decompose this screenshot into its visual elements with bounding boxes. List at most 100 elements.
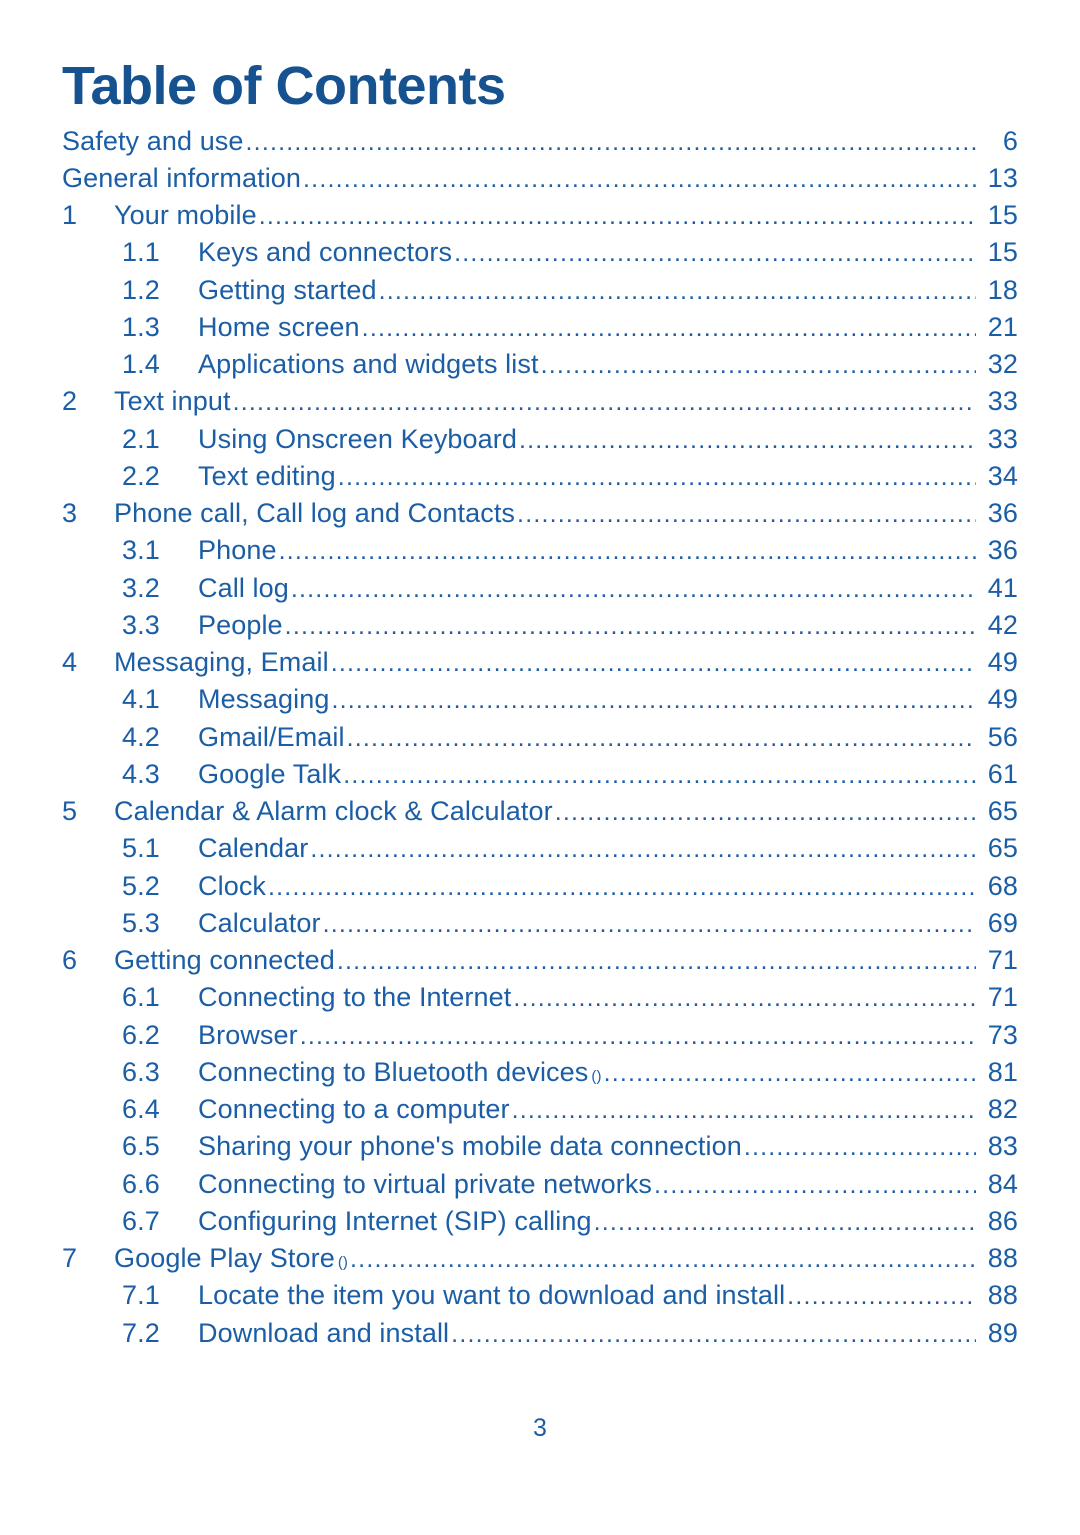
document-page: Table of Contents Safety and use........… <box>0 0 1080 1535</box>
toc-leader-dots: ........................................… <box>540 351 976 380</box>
toc-leader-dots: ........................................… <box>268 872 976 901</box>
toc-entry-page: 73 <box>987 1019 1018 1050</box>
toc-entry[interactable]: 1.2 Getting started......................… <box>62 272 1018 309</box>
toc-entry-number: 6.6 <box>122 1168 160 1199</box>
toc-entry[interactable]: 1.1 Keys and connectors..................… <box>62 234 1018 271</box>
toc-entry[interactable]: 4 Messaging, Email.......................… <box>62 644 1018 681</box>
toc-entry[interactable]: 5 Calendar & Alarm clock & Calculator....… <box>62 793 1018 830</box>
toc-leader-dots: ........................................… <box>331 686 976 715</box>
toc-entry[interactable]: 3 Phone call, Call log and Contacts......… <box>62 495 1018 532</box>
toc-entry-page: 69 <box>987 907 1018 938</box>
toc-entry-page: 36 <box>987 498 1018 529</box>
toc-leader-dots: ........................................… <box>554 798 976 827</box>
toc-entry-page: 18 <box>987 274 1018 305</box>
toc-entry[interactable]: 6.2 Browser..............................… <box>62 1017 1018 1054</box>
toc-entry[interactable]: 4.2 Gmail/Email..........................… <box>62 719 1018 756</box>
toc-entry-page: 83 <box>987 1131 1018 1162</box>
toc-entry-page: 32 <box>987 349 1018 380</box>
toc-entry-label: Connecting to the Internet <box>198 982 512 1013</box>
toc-entry-number: 3 <box>62 498 78 529</box>
toc-leader-dots: ........................................… <box>518 425 976 454</box>
toc-entry-label: Google Play Store <box>114 1243 335 1274</box>
toc-leader-dots: ........................................… <box>290 574 976 603</box>
toc-entry-label: Phone call, Call log and Contacts <box>114 498 516 529</box>
toc-entry-label: Your mobile <box>114 200 257 231</box>
toc-leader-dots: ........................................… <box>310 835 976 864</box>
toc-entry-label: Gmail/Email <box>198 721 345 752</box>
toc-leader-dots: ........................................… <box>336 947 976 976</box>
toc-entry-page: 68 <box>987 870 1018 901</box>
toc-entry[interactable]: 2 Text input.............................… <box>62 383 1018 420</box>
toc-entry[interactable]: 6.5 Sharing your phone's mobile data conn… <box>62 1128 1018 1165</box>
toc-entry[interactable]: 2.2 Text editing.........................… <box>62 458 1018 495</box>
toc-leader-dots: ........................................… <box>303 164 976 193</box>
toc-entry[interactable]: 3.1 Phone................................… <box>62 532 1018 569</box>
toc-leader-dots: ........................................… <box>284 611 976 640</box>
toc-entry[interactable]: 7 Google Play Store()....................… <box>62 1240 1018 1277</box>
toc-entry-number: 5.3 <box>122 907 160 938</box>
toc-entry[interactable]: 7.1 Locate the item you want to download … <box>62 1277 1018 1314</box>
toc-entry-number: 6.1 <box>122 982 160 1013</box>
page-title: Table of Contents <box>62 56 506 116</box>
toc-entry-number: 6.7 <box>122 1205 160 1236</box>
toc-entry[interactable]: 5.2 Clock................................… <box>62 868 1018 905</box>
toc-entry[interactable]: 3.3 People...............................… <box>62 607 1018 644</box>
toc-leader-dots: ........................................… <box>743 1133 976 1162</box>
toc-entry-number: 5.1 <box>122 833 160 864</box>
toc-entry[interactable]: 4.3 Google Talk..........................… <box>62 756 1018 793</box>
toc-entry-number: 2.2 <box>122 460 160 491</box>
toc-entry-page: 49 <box>987 684 1018 715</box>
toc-entry-label: Locate the item you want to download and… <box>198 1280 786 1311</box>
toc-leader-dots: ........................................… <box>343 760 976 789</box>
toc-leader-dots: ........................................… <box>593 1207 976 1236</box>
toc-entry-label: Connecting to virtual private networks <box>198 1168 653 1199</box>
toc-entry[interactable]: 6.3 Connecting to Bluetooth devices()....… <box>62 1054 1018 1091</box>
toc-entry[interactable]: 5.1 Calendar.............................… <box>62 830 1018 867</box>
toc-entry-label: Call log <box>198 572 289 603</box>
toc-entry-page: 13 <box>987 162 1018 193</box>
toc-entry[interactable]: General information.....................… <box>62 160 1018 197</box>
toc-leader-dots: ........................................… <box>350 1245 976 1274</box>
toc-entry-page: 21 <box>987 311 1018 342</box>
toc-entry[interactable]: Safety and use..........................… <box>62 123 1018 160</box>
toc-entry-label: Sharing your phone's mobile data connect… <box>198 1131 742 1162</box>
toc-entry[interactable]: 3.2 Call log.............................… <box>62 570 1018 607</box>
toc-entry-number: 6.2 <box>122 1019 160 1050</box>
toc-entry[interactable]: 1.4 Applications and widgets list........… <box>62 346 1018 383</box>
toc-entry-page: 15 <box>987 200 1018 231</box>
toc-entry[interactable]: 1 Your mobile............................… <box>62 197 1018 234</box>
toc-entry[interactable]: 6.6 Connecting to virtual private network… <box>62 1166 1018 1203</box>
toc-entry[interactable]: 2.1 Using Onscreen Keyboard..............… <box>62 421 1018 458</box>
toc-entry-page: 15 <box>987 237 1018 268</box>
toc-entry-number: 7.1 <box>122 1280 160 1311</box>
toc-entry-page: 56 <box>987 721 1018 752</box>
toc-entry-label: Clock <box>198 870 267 901</box>
toc-entry-page: 89 <box>987 1317 1018 1348</box>
toc-entry-page: 84 <box>987 1168 1018 1199</box>
toc-entry-number: 4.2 <box>122 721 160 752</box>
toc-entry-page: 82 <box>987 1094 1018 1125</box>
toc-entry[interactable]: 6 Getting connected......................… <box>62 942 1018 979</box>
toc-leader-dots: ........................................… <box>299 1021 976 1050</box>
toc-entry-label: Using Onscreen Keyboard <box>198 423 517 454</box>
toc-entry-page: 33 <box>987 423 1018 454</box>
toc-entry-label: Messaging, Email <box>114 647 329 678</box>
toc-leader-dots: ........................................… <box>378 276 976 305</box>
toc-entry-number: 3.2 <box>122 572 160 603</box>
toc-entry-label: Text editing <box>198 460 336 491</box>
toc-entry[interactable]: 4.1 Messaging............................… <box>62 681 1018 718</box>
toc-entry[interactable]: 6.4 Connecting to a computer.............… <box>62 1091 1018 1128</box>
toc-entry[interactable]: 7.2 Download and install.................… <box>62 1315 1018 1352</box>
page-number: 3 <box>533 1414 547 1442</box>
toc-entry-page: 71 <box>987 945 1018 976</box>
toc-entry[interactable]: 6.7 Configuring Internet (SIP) calling...… <box>62 1203 1018 1240</box>
toc-entry[interactable]: 6.1 Connecting to the Internet...........… <box>62 979 1018 1016</box>
toc-entry-number: 6.3 <box>122 1056 160 1087</box>
toc-entry-number: 3.1 <box>122 535 160 566</box>
toc-leader-dots: ........................................… <box>346 723 976 752</box>
toc-entry[interactable]: 1.3 Home screen..........................… <box>62 309 1018 346</box>
toc-entry[interactable]: 5.3 Calculator...........................… <box>62 905 1018 942</box>
toc-entry-page: 61 <box>987 758 1018 789</box>
toc-entry-label: Connecting to Bluetooth devices <box>198 1056 589 1087</box>
toc-entry-label: Safety and use <box>62 125 244 156</box>
